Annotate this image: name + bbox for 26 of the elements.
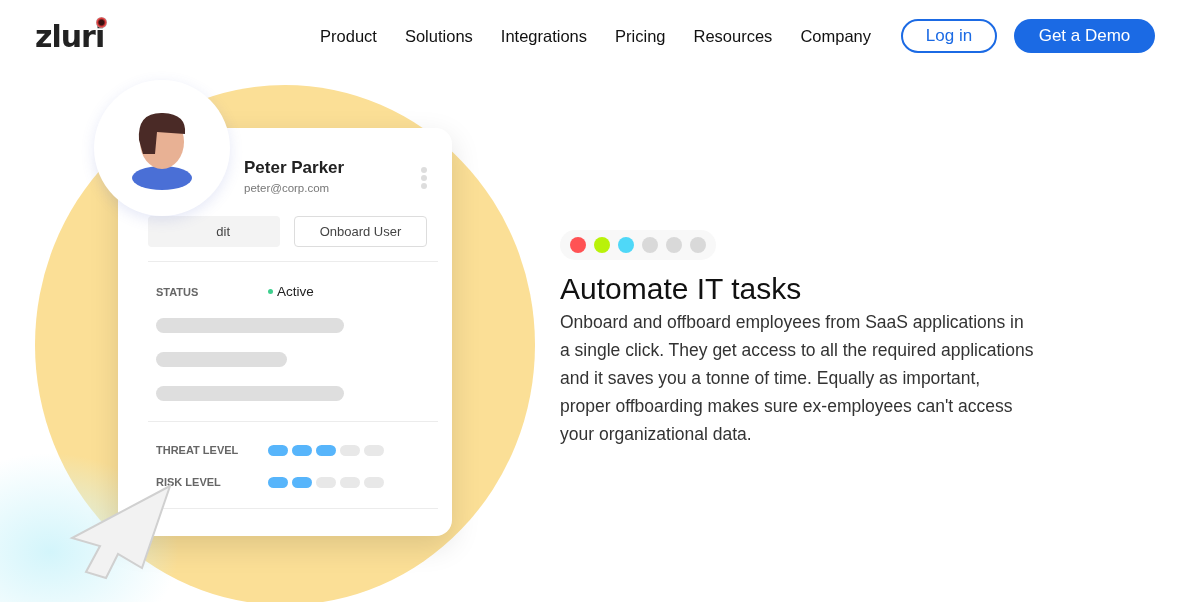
onboard-button[interactable]: Onboard User [294, 216, 427, 247]
nav-link[interactable]: Resources [693, 26, 773, 46]
more-icon[interactable] [420, 166, 428, 190]
edit-button[interactable]: dit [148, 216, 280, 247]
demo-button[interactable]: Get a Demo [1014, 19, 1155, 53]
indicator-dot[interactable] [618, 237, 634, 253]
nav-link[interactable]: Company [800, 26, 871, 46]
level-label: THREAT LEVEL [156, 444, 240, 456]
login-button[interactable]: Log in [901, 19, 997, 53]
indicator-dot[interactable] [666, 237, 682, 253]
hero-title: Automate IT tasks [560, 272, 803, 306]
hero-text: Onboard and offboard employees from SaaS applications in a single click. They get access to all the required applications and it saves you a tonne of time. Equally as important, proper offboarding makes sure ex-employees can't access your organizational data. [560, 311, 1035, 446]
status-value: Active [268, 284, 314, 299]
status-label: STATUS [156, 285, 200, 298]
logo[interactable]: zluri [35, 18, 105, 54]
user-email: peter@corp.com [244, 182, 331, 194]
level-label: RISK LEVEL [156, 476, 222, 488]
nav-link[interactable]: Pricing [615, 26, 666, 46]
indicator-dot[interactable] [570, 237, 586, 253]
nav-link[interactable]: Solutions [404, 26, 473, 46]
nav-link[interactable]: Integrations [500, 26, 588, 46]
nav-link[interactable]: Product [320, 26, 377, 46]
user-name: Peter Parker [244, 158, 346, 178]
indicator-dot[interactable] [690, 237, 706, 253]
indicator-dot[interactable] [594, 237, 610, 253]
indicator-dot[interactable] [642, 237, 658, 253]
